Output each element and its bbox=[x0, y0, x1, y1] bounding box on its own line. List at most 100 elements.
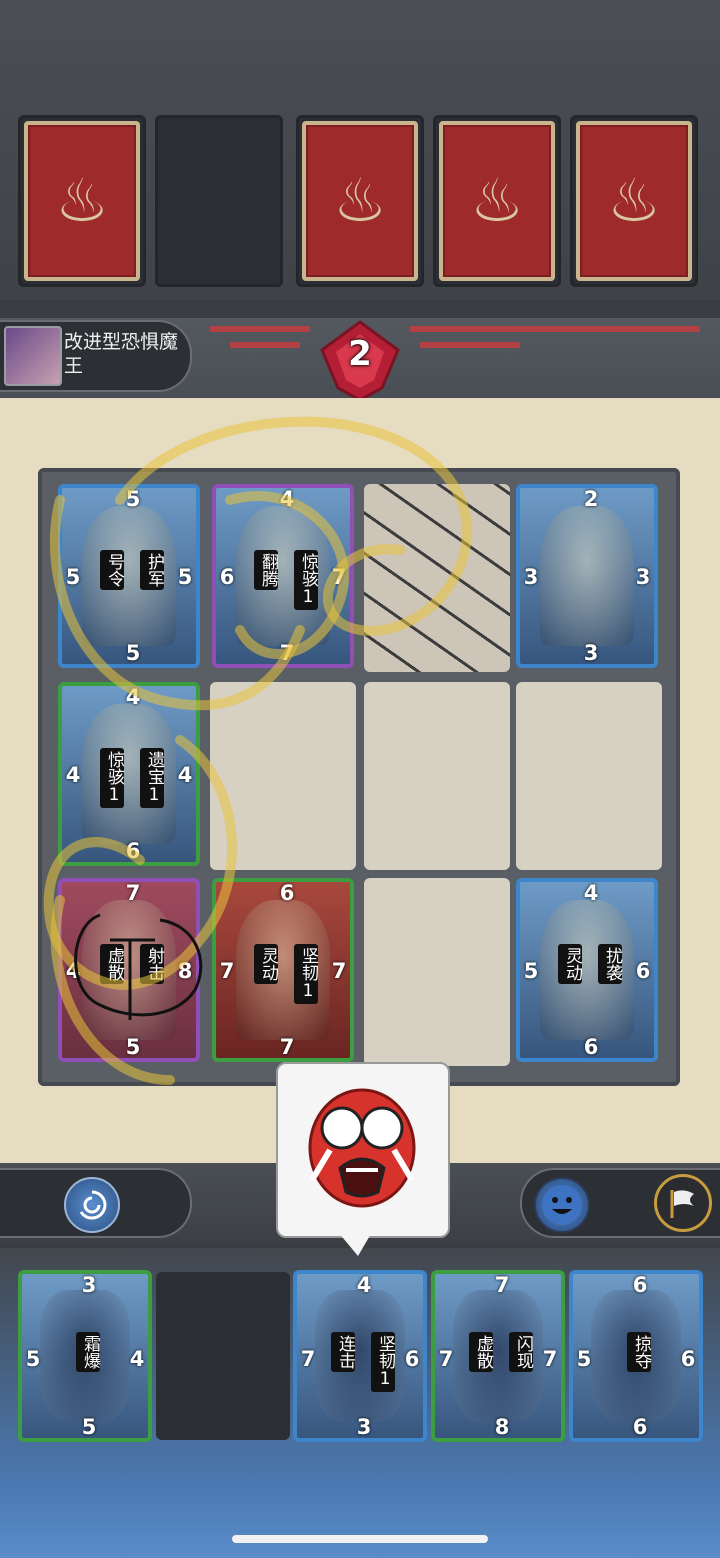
skill-label: 翻腾 bbox=[254, 550, 278, 590]
skill-label: 惊骇1 bbox=[294, 550, 318, 610]
trim-decor bbox=[410, 326, 700, 332]
board-cell-empty[interactable] bbox=[364, 682, 510, 870]
board-cell-empty[interactable] bbox=[364, 878, 510, 1066]
stat-top: 4 bbox=[349, 1274, 379, 1300]
swirl-icon[interactable] bbox=[64, 1177, 120, 1233]
skill-label: 虚散 bbox=[469, 1332, 493, 1372]
stat-right: 7 bbox=[324, 956, 350, 986]
stat-top: 6 bbox=[272, 882, 302, 908]
board-cell-empty[interactable] bbox=[210, 682, 356, 870]
stat-left: 5 bbox=[22, 1344, 48, 1374]
skill-label: 射击 bbox=[140, 944, 164, 984]
stat-top: 6 bbox=[625, 1274, 655, 1300]
crying-face-emote-icon bbox=[308, 1088, 416, 1208]
card-back-emblem-icon: ♨ bbox=[302, 121, 418, 281]
board-card[interactable]: 7 4 8 5 虚散 射击 bbox=[58, 878, 200, 1062]
board-card[interactable]: 5 5 5 5 号令 护军 bbox=[58, 484, 200, 668]
hand-empty-slot bbox=[156, 1272, 290, 1440]
opponent-score: 2 bbox=[348, 334, 372, 374]
stat-left: 7 bbox=[297, 1344, 323, 1374]
stat-top: 3 bbox=[74, 1274, 104, 1300]
card-back-emblem-icon: ♨ bbox=[24, 121, 140, 281]
home-indicator[interactable] bbox=[232, 1535, 488, 1543]
skill-label: 坚韧1 bbox=[294, 944, 318, 1004]
stat-bottom: 5 bbox=[118, 1032, 148, 1058]
white-flag-icon[interactable] bbox=[654, 1174, 712, 1232]
stat-right: 6 bbox=[397, 1344, 423, 1374]
stat-left: 7 bbox=[435, 1344, 461, 1374]
stat-bottom: 7 bbox=[272, 1032, 302, 1058]
trim-decor bbox=[230, 342, 300, 348]
smiley-icon[interactable] bbox=[534, 1177, 590, 1233]
opponent-card-back-2: ♨ bbox=[296, 115, 424, 287]
skill-label: 遗宝1 bbox=[140, 748, 164, 808]
skill-label: 连击 bbox=[331, 1332, 355, 1372]
skill-label: 灵动 bbox=[558, 944, 582, 984]
opponent-card-back-4: ♨ bbox=[570, 115, 698, 287]
opponent-card-back-3: ♨ bbox=[433, 115, 561, 287]
stat-right: 4 bbox=[170, 760, 196, 790]
hand-card-slot[interactable]: 3 5 4 5 霜爆 bbox=[18, 1270, 152, 1442]
stat-left: 5 bbox=[573, 1344, 599, 1374]
stat-right: 5 bbox=[170, 562, 196, 592]
stat-bottom: 3 bbox=[576, 638, 606, 664]
hand-card-slot[interactable]: 7 7 7 8 虚散 闪现 bbox=[431, 1270, 565, 1442]
hand-card[interactable]: 7 7 7 8 虚散 闪现 bbox=[431, 1270, 565, 1442]
stat-right: 3 bbox=[628, 562, 654, 592]
board-card[interactable]: 4 4 4 6 惊骇1 遗宝1 bbox=[58, 682, 200, 866]
stat-bottom: 6 bbox=[625, 1412, 655, 1438]
hand-card[interactable]: 4 7 6 3 连击 坚韧1 bbox=[293, 1270, 427, 1442]
stat-bottom: 8 bbox=[487, 1412, 517, 1438]
stat-top: 2 bbox=[576, 488, 606, 514]
skill-label: 扰袭 bbox=[598, 944, 622, 984]
board-card[interactable]: 4 5 6 6 灵动 扰袭 bbox=[516, 878, 658, 1062]
hand-card-slot[interactable]: 6 5 6 6 掠夺 bbox=[569, 1270, 703, 1442]
stat-left: 4 bbox=[62, 956, 88, 986]
trim-decor bbox=[210, 326, 310, 332]
skill-label: 灵动 bbox=[254, 944, 278, 984]
stat-left: 3 bbox=[520, 562, 546, 592]
skill-label: 护军 bbox=[140, 550, 164, 590]
trim-decor bbox=[420, 342, 520, 348]
stat-bottom: 6 bbox=[118, 836, 148, 862]
hand-card[interactable]: 3 5 4 5 霜爆 bbox=[18, 1270, 152, 1442]
stat-top: 4 bbox=[272, 488, 302, 514]
stat-bottom: 7 bbox=[272, 638, 302, 664]
board-card[interactable]: 6 7 7 7 灵动 坚韧1 bbox=[212, 878, 354, 1062]
stat-left: 4 bbox=[62, 760, 88, 790]
stat-top: 4 bbox=[118, 686, 148, 712]
stat-right: 4 bbox=[122, 1344, 148, 1374]
board-card[interactable]: 2 3 3 3 bbox=[516, 484, 658, 668]
card-art bbox=[540, 506, 634, 646]
stat-top: 7 bbox=[487, 1274, 517, 1300]
card-back-emblem-icon: ♨ bbox=[439, 121, 555, 281]
skill-label: 号令 bbox=[100, 550, 124, 590]
board-cell-empty[interactable] bbox=[516, 682, 662, 870]
stat-left: 5 bbox=[62, 562, 88, 592]
stat-left: 6 bbox=[216, 562, 242, 592]
hand-card[interactable]: 6 5 6 6 掠夺 bbox=[569, 1270, 703, 1442]
board-cell-broken bbox=[364, 484, 510, 672]
stat-right: 7 bbox=[535, 1344, 561, 1374]
card-back-emblem-icon: ♨ bbox=[576, 121, 692, 281]
opponent-avatar[interactable] bbox=[4, 326, 62, 386]
opponent-card-back-1: ♨ bbox=[18, 115, 146, 287]
stat-top: 7 bbox=[118, 882, 148, 908]
stat-bottom: 5 bbox=[74, 1412, 104, 1438]
stat-left: 5 bbox=[520, 956, 546, 986]
emote-bubble-tail bbox=[338, 1232, 372, 1256]
hand-card-slot[interactable]: 4 7 6 3 连击 坚韧1 bbox=[293, 1270, 427, 1442]
stat-bottom: 6 bbox=[576, 1032, 606, 1058]
skill-label: 坚韧1 bbox=[371, 1332, 395, 1392]
stat-top: 5 bbox=[118, 488, 148, 514]
stat-top: 4 bbox=[576, 882, 606, 908]
skill-label: 掠夺 bbox=[627, 1332, 651, 1372]
skill-label: 惊骇1 bbox=[100, 748, 124, 808]
stat-right: 6 bbox=[673, 1344, 699, 1374]
board-card[interactable]: 4 6 7 7 翻腾 惊骇1 bbox=[212, 484, 354, 668]
skill-label: 闪现 bbox=[509, 1332, 533, 1372]
stat-left: 7 bbox=[216, 956, 242, 986]
stat-bottom: 3 bbox=[349, 1412, 379, 1438]
stat-bottom: 5 bbox=[118, 638, 148, 664]
skill-label: 虚散 bbox=[100, 944, 124, 984]
